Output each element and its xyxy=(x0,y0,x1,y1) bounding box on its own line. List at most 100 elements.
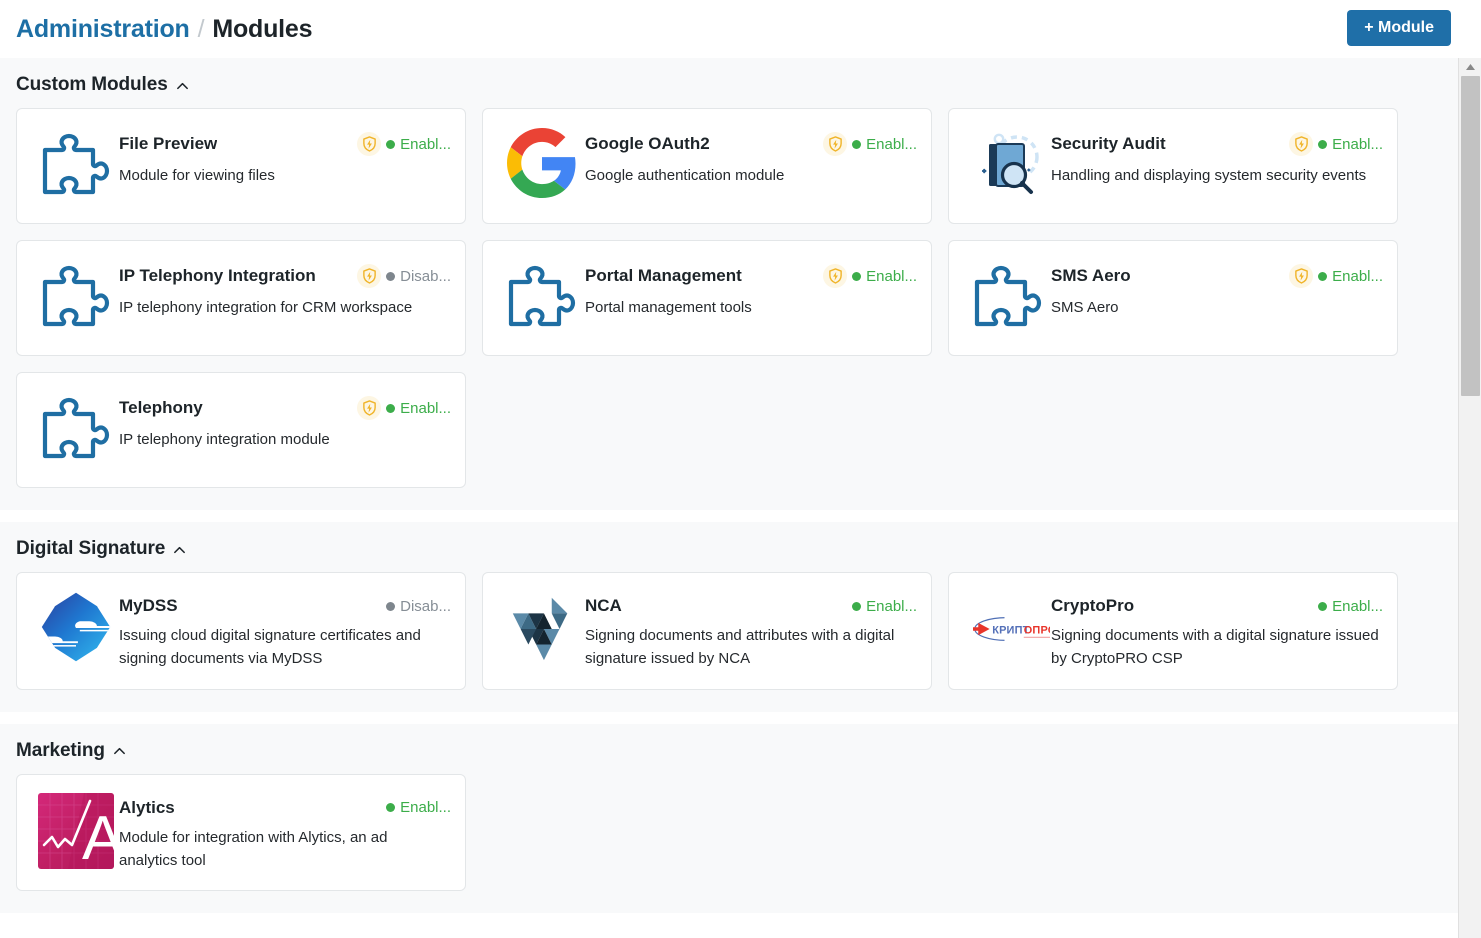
module-card-body: SMS Aero Enabl... SMS Aero xyxy=(1051,259,1383,319)
module-description: Signing documents and attributes with a … xyxy=(585,627,895,668)
status-label: Disab... xyxy=(400,597,451,615)
status-dot-icon xyxy=(852,271,862,281)
module-card-top-row: SMS Aero Enabl... xyxy=(1051,264,1383,288)
module-icon xyxy=(965,259,1051,335)
chevron-up-icon[interactable] xyxy=(175,79,190,94)
puzzle-piece-icon xyxy=(40,392,112,467)
section-header-digital-signature[interactable]: Digital Signature xyxy=(16,538,1442,560)
svg-text:ОПРО: ОПРО xyxy=(1024,624,1050,636)
status-badge: Enabl... xyxy=(1318,598,1383,615)
section-title: Marketing xyxy=(16,739,105,761)
module-name: IP Telephony Integration xyxy=(119,266,316,285)
module-icon xyxy=(499,591,585,667)
status-dot-icon xyxy=(852,601,862,611)
module-icon xyxy=(33,127,119,203)
module-card[interactable]: NCA Enabl... Signing documents and attribu… xyxy=(482,572,932,690)
status-label: Disab... xyxy=(400,267,451,285)
module-card-grid: File Preview Enabl... Module for viewing f… xyxy=(16,108,1442,488)
module-name: Telephony xyxy=(119,398,203,417)
module-card-body: NCA Enabl... Signing documents and attribu… xyxy=(585,591,917,671)
module-card-body: CryptoPro Enabl... Signing documents with … xyxy=(1051,591,1383,671)
sections-scroll-area: Custom Modules File Preview Enabl... Module… xyxy=(0,58,1458,938)
section-header-marketing[interactable]: Marketing xyxy=(16,740,1442,762)
shield-lightning-icon xyxy=(1289,132,1314,156)
breadcrumb-administration[interactable]: Administration xyxy=(16,15,190,44)
status-dot-icon xyxy=(852,139,862,149)
module-description: IP telephony integration module xyxy=(119,431,330,448)
module-card[interactable]: Google OAuth2 Enabl... Google authenticati… xyxy=(482,108,932,224)
status-label: Enabl... xyxy=(1332,135,1383,153)
module-card-body: Security Audit Enabl... Handling and displ… xyxy=(1051,127,1383,187)
section-title: Digital Signature xyxy=(16,538,166,559)
module-name: Portal Management xyxy=(585,266,742,285)
status-badge: Enabl... xyxy=(357,132,451,156)
module-name: SMS Aero xyxy=(1051,266,1131,285)
module-card[interactable]: MyDSS Disab... Issuing cloud digital signa… xyxy=(16,572,466,690)
puzzle-piece-icon xyxy=(40,128,112,203)
module-description: Issuing cloud digital signature certific… xyxy=(119,627,421,668)
status-dot-icon xyxy=(386,139,396,149)
status-badge: Enabl... xyxy=(823,264,917,288)
security-audit-icon xyxy=(969,127,1047,204)
module-description: Handling and displaying system security … xyxy=(1051,167,1367,184)
status-badge: Enabl... xyxy=(1289,132,1383,156)
module-card-top-row: MyDSS Disab... xyxy=(119,596,451,616)
module-card-top-row: Telephony Enabl... xyxy=(119,396,451,420)
module-card-body: Alytics Enabl... Module for integration wi… xyxy=(119,793,451,873)
status-label: Enabl... xyxy=(400,135,451,153)
module-card-body: MyDSS Disab... Issuing cloud digital signa… xyxy=(119,591,451,671)
scroll-up-arrow-icon[interactable] xyxy=(1459,58,1481,76)
status-dot-icon xyxy=(1318,601,1328,611)
status-badge: Enabl... xyxy=(1289,264,1383,288)
module-card-top-row: Portal Management Enabl... xyxy=(585,264,917,288)
module-name: Alytics xyxy=(119,797,175,817)
module-card[interactable]: Portal Management Enabl... Portal manageme… xyxy=(482,240,932,356)
chevron-up-icon[interactable] xyxy=(112,744,127,759)
module-card[interactable]: Security Audit Enabl... Handling and displ… xyxy=(948,108,1398,224)
scrollbar-thumb[interactable] xyxy=(1461,76,1480,396)
module-icon xyxy=(33,259,119,335)
module-icon xyxy=(33,391,119,467)
module-card-grid: MyDSS Disab... Issuing cloud digital signa… xyxy=(16,572,1442,690)
status-dot-icon xyxy=(1318,271,1328,281)
module-description: Module for integration with Alytics, an … xyxy=(119,828,388,869)
status-label: Enabl... xyxy=(400,799,451,816)
module-description: Portal management tools xyxy=(585,299,752,316)
module-card-top-row: Google OAuth2 Enabl... xyxy=(585,132,917,156)
status-badge: Disab... xyxy=(357,264,451,288)
module-card-top-row: Security Audit Enabl... xyxy=(1051,132,1383,156)
module-card[interactable]: SMS Aero Enabl... SMS Aero xyxy=(948,240,1398,356)
add-module-button[interactable]: + Module xyxy=(1347,10,1451,46)
module-description: IP telephony integration for CRM workspa… xyxy=(119,299,413,316)
module-card[interactable]: A Alytics Enabl... Module for integration w… xyxy=(16,773,466,891)
puzzle-piece-icon xyxy=(972,260,1044,335)
vertical-scrollbar[interactable] xyxy=(1458,58,1481,938)
module-card-body: Portal Management Enabl... Portal manageme… xyxy=(585,259,917,319)
status-dot-icon xyxy=(386,803,396,812)
status-badge: Enabl... xyxy=(386,799,451,816)
module-card[interactable]: File Preview Enabl... Module for viewing f… xyxy=(16,108,466,224)
status-badge: Disab... xyxy=(386,598,451,615)
status-label: Enabl... xyxy=(866,135,917,153)
module-name: CryptoPro xyxy=(1051,596,1135,615)
module-card-body: File Preview Enabl... Module for viewing f… xyxy=(119,127,451,187)
module-card[interactable]: КРИПТОПРОCryptoPro Enabl... Signing docume… xyxy=(948,572,1398,690)
module-card[interactable]: Telephony Enabl... IP telephony integratio… xyxy=(16,372,466,488)
puzzle-piece-icon xyxy=(506,260,578,335)
alytics-logo-icon: A xyxy=(38,792,114,869)
status-dot-icon xyxy=(386,601,396,611)
chevron-up-icon[interactable] xyxy=(172,543,187,558)
module-name: NCA xyxy=(585,596,622,615)
shield-lightning-icon xyxy=(1289,264,1314,288)
section-header-custom-modules[interactable]: Custom Modules xyxy=(16,74,1442,96)
section-marketing: Marketing A Alytics Enabl... Module for inte… xyxy=(0,723,1458,913)
module-card[interactable]: IP Telephony Integration Disab... IP telep… xyxy=(16,240,466,356)
module-card-top-row: IP Telephony Integration Disab... xyxy=(119,264,451,288)
breadcrumb-separator: / xyxy=(197,14,205,43)
module-description: Signing documents with a digital signatu… xyxy=(1051,627,1379,668)
shield-lightning-icon xyxy=(357,264,382,288)
module-description: SMS Aero xyxy=(1051,299,1119,316)
status-badge: Enabl... xyxy=(852,598,917,615)
module-icon: A xyxy=(33,792,119,869)
mydss-logo-icon xyxy=(38,589,114,670)
